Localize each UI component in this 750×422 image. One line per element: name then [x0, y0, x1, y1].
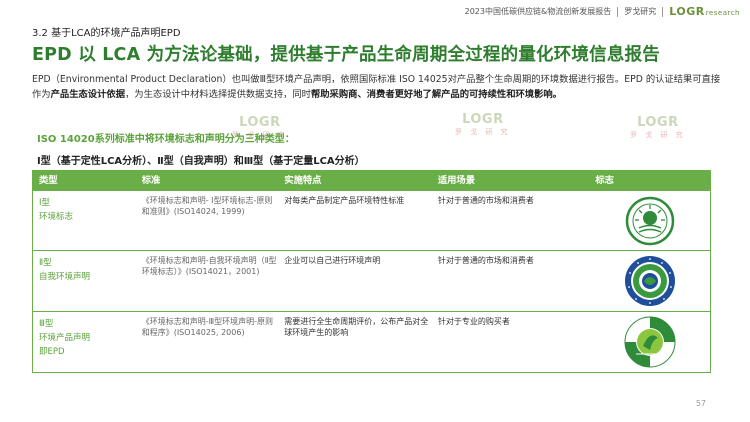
bold-phrase: 产品生态设计依据	[50, 89, 125, 100]
table-row: Ⅱ型 自我环境声明 《环境标志和声明-自我环境声明（Ⅱ型环境标志）》(ISO14…	[33, 250, 710, 311]
bold-phrase: 帮助采购商、消费者更好地了解产品的可持续性和环境影响。	[310, 89, 562, 100]
feature-cell: 企业可以自己进行环境声明	[284, 256, 381, 265]
table-row: Ⅰ型 环境标志 《环境标志和声明- Ⅰ型环境标志-原则和准则》(ISO14024…	[33, 190, 710, 250]
page-title: EPD 以 LCA 为方法论基础，提供基于产品生命周期全过程的量化环境信息报告	[32, 45, 660, 65]
china-environmental-labelling-icon	[625, 196, 674, 245]
iso-intro: ISO 14020系列标准中将环境标志和声明分为三种类型：	[37, 134, 295, 145]
feature-cell: 需要进行全生命周期评价，公布产品对全球环境产生的影响	[284, 317, 429, 337]
header-divider	[662, 6, 664, 17]
report-title: 2023中国低碳供应链&物流创新发展报告	[464, 7, 612, 16]
section-title: 3.2 基于LCA的环境产品声明EPD	[32, 28, 181, 39]
column-header: 实施特点	[284, 175, 322, 186]
watermark: LOGR 罗 戈 研 究	[630, 115, 686, 139]
intro-paragraph: EPD（Environmental Product Declaration）也叫…	[32, 74, 721, 100]
standard-cell: 《环境标志和声明- Ⅰ型环境标志-原则和准则》(ISO14024, 1999)	[141, 196, 273, 216]
type-cell: Ⅱ型 自我环境声明	[39, 258, 91, 282]
logo-cell	[589, 251, 710, 311]
page-number: 57	[695, 399, 706, 408]
brand-name: 罗戈研究	[624, 7, 657, 16]
types-summary: Ⅰ型（基于定性LCA分析）、Ⅱ型（自我声明）和Ⅲ型（基于定量LCA分析）	[37, 156, 365, 167]
table-row: Ⅲ型 环境产品声明 即EPD 《环境标志和声明-Ⅲ型环境声明-原则和程序》(IS…	[33, 311, 710, 372]
watermark: LOGR 罗 戈 研 究	[455, 112, 511, 136]
standard-cell: 《环境标志和声明-Ⅲ型环境声明-原则和程序》(ISO14025, 2006)	[141, 317, 273, 337]
table-header: 类型 标准 实施特点 适用场景 标志	[33, 171, 710, 190]
scenario-cell: 针对于普通的市场和消费者	[437, 256, 534, 265]
header-right: 2023中国低碳供应链&物流创新发展报告 罗戈研究 LOGR research	[465, 5, 740, 18]
column-header: 适用场景	[437, 175, 476, 186]
column-header: 标志	[595, 175, 614, 186]
logo-cell	[589, 312, 710, 372]
top-header: 2023中国低碳供应链&物流创新发展报告 罗戈研究 LOGR research	[0, 0, 750, 22]
ecolabelling-iso14025-icon	[624, 316, 676, 368]
feature-cell: 对每类产品制定产品环境特性标准	[284, 196, 405, 205]
column-header: 类型	[39, 175, 58, 186]
type-cell: Ⅲ型 环境产品声明 即EPD	[39, 319, 91, 357]
logo-cell	[589, 191, 710, 250]
standard-cell: 《环境标志和声明-自我环境声明（Ⅱ型环境标志）》(ISO14021，2001)	[141, 256, 277, 276]
scenario-cell: 针对于专业的购买者	[437, 317, 510, 326]
column-header: 标准	[141, 175, 161, 186]
logr-logo: LOGR research	[669, 5, 740, 18]
header-divider	[617, 6, 619, 17]
self-declaration-seal-icon	[624, 256, 675, 306]
scenario-cell: 针对于普通的市场和消费者	[437, 196, 534, 205]
type-cell: Ⅰ型 环境标志	[39, 198, 74, 222]
label-types-table: 类型 标准 实施特点 适用场景 标志 Ⅰ型 环境标志 《环境标志和声明- Ⅰ型环…	[32, 170, 711, 373]
